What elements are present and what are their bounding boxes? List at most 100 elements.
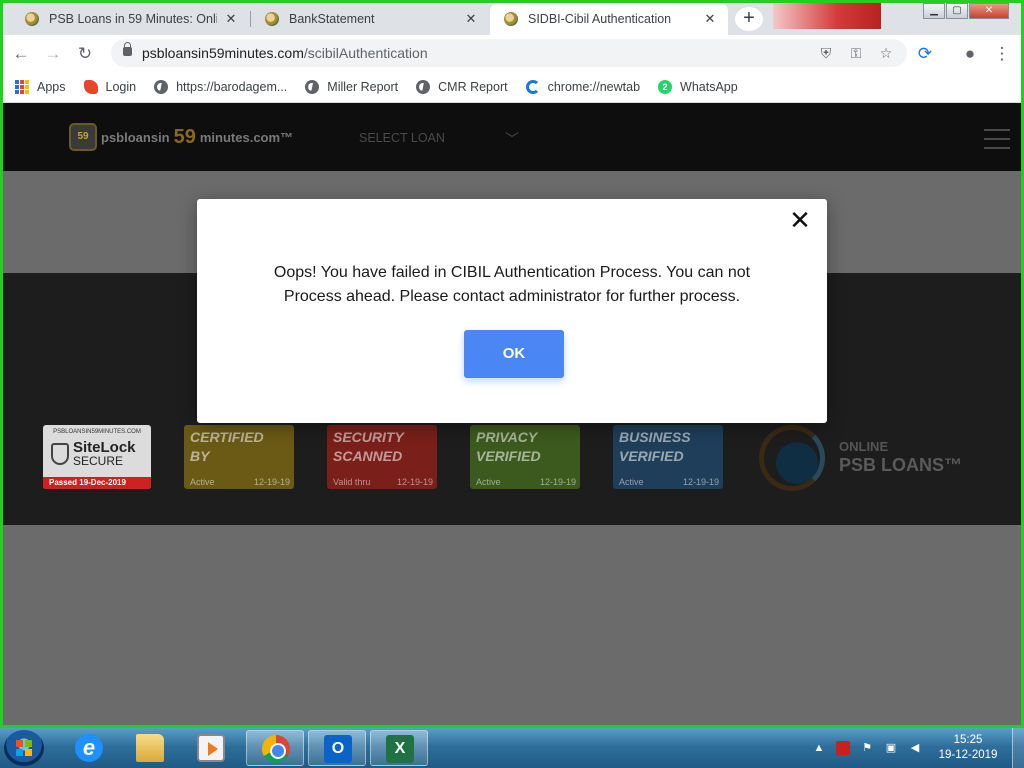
show-desktop-button[interactable] [1012, 728, 1024, 768]
online-psb-loans-logo[interactable]: ONLINE PSB LOANS™ [759, 425, 969, 491]
site-logo[interactable]: 59 psbloansin 59 minutes.com™ [69, 123, 293, 151]
ok-button[interactable]: OK [464, 330, 564, 378]
key-icon[interactable]: ⚿ [847, 44, 865, 62]
windows-taskbar: e O X ▲ ⚑ ▣ ◀ 15:25 19-12-2019 [0, 728, 1024, 768]
web-page: 59 psbloansin 59 minutes.com™ SELECT LOA… [3, 103, 1021, 725]
window-close-button[interactable]: ✕ [969, 3, 1009, 19]
tab-psb-loans[interactable]: PSB Loans in 59 Minutes: Online Loan ✕ [11, 3, 249, 35]
tab-title: BankStatement [289, 12, 375, 26]
bookmark-miller-report[interactable]: Miller Report [305, 79, 398, 94]
tab-close-icon[interactable]: ✕ [702, 11, 718, 27]
system-tray: ▲ ⚑ ▣ ◀ [812, 728, 932, 768]
seal-heading: CERTIFIED [190, 429, 264, 445]
psb-favicon-icon [25, 12, 39, 26]
trustguard-business-seal[interactable]: BUSINESS VERIFIED Active 12-19-19 [613, 425, 723, 489]
antivirus-icon[interactable] [836, 741, 850, 755]
shield-lock-icon [51, 443, 69, 465]
windows-logo-icon [16, 740, 32, 756]
bookmark-whatsapp[interactable]: 2 WhatsApp [658, 79, 738, 94]
seal-heading: PRIVACY [476, 429, 538, 445]
url-text[interactable]: psbloansin59minutes.com/scibilAuthentica… [142, 45, 428, 61]
bookmark-cmr-report[interactable]: CMR Report [416, 79, 508, 94]
bookmark-login[interactable]: Login [83, 79, 136, 94]
chevron-down-icon[interactable]: ﹀ [505, 129, 519, 149]
whatsapp-icon: 2 [658, 79, 673, 94]
psb-logo-line1: ONLINE [839, 439, 889, 454]
media-player-icon [197, 734, 225, 762]
apps-grid-icon [15, 79, 29, 94]
seal-status: Active [619, 477, 644, 487]
bookmark-newtab[interactable]: chrome://newtab [525, 79, 640, 94]
psb-favicon-icon [265, 12, 279, 26]
url-domain: psbloansin59minutes.com [142, 45, 304, 61]
trustguard-security-seal[interactable]: SECURITY SCANNED Valid thru 12-19-19 [327, 425, 437, 489]
seal-date: 12-19-19 [396, 477, 433, 487]
window-controls: ▁ ▢ ✕ [923, 3, 1010, 21]
hamburger-menu-icon[interactable] [984, 129, 1010, 156]
taskbar-file-explorer[interactable] [121, 730, 179, 766]
seal-footer: Active 12-19-19 [190, 477, 290, 487]
minimize-button[interactable]: ▁ [923, 3, 945, 19]
profile-avatar-icon[interactable]: ● [958, 42, 982, 66]
folder-icon [136, 734, 164, 762]
globe-icon [154, 79, 169, 94]
tab-title: PSB Loans in 59 Minutes: Online Loan [49, 12, 217, 26]
seal-status: Valid thru [333, 477, 371, 487]
bookmark-label: Apps [37, 79, 66, 94]
tab-close-icon[interactable]: ✕ [223, 11, 239, 27]
system-clock[interactable]: 15:25 19-12-2019 [930, 733, 1006, 763]
trustguard-privacy-seal[interactable]: PRIVACY VERIFIED Active 12-19-19 [470, 425, 580, 489]
logo-text-suffix: minutes.com™ [199, 129, 294, 145]
globe-icon [416, 79, 431, 94]
tab-bank-statement[interactable]: BankStatement ✕ [251, 3, 489, 35]
tab-strip: PSB Loans in 59 Minutes: Online Loan ✕ B… [3, 3, 1021, 35]
new-tab-button[interactable]: + [735, 7, 763, 31]
sync-extension-icon[interactable]: ⟳ [913, 42, 937, 66]
taskbar-media-player[interactable] [182, 730, 240, 766]
sitelock-seal[interactable]: PSBLOANSIN59MINUTES.COM SiteLock SECURE … [43, 425, 151, 489]
taskbar-internet-explorer[interactable]: e [60, 730, 118, 766]
bookmark-label: CMR Report [438, 79, 508, 94]
tab-title: SIDBI-Cibil Authentication [528, 12, 672, 26]
seal-footer: Active 12-19-19 [476, 477, 576, 487]
tab-sidbi-cibil[interactable]: SIDBI-Cibil Authentication ✕ [490, 3, 728, 35]
taskbar-excel[interactable]: X [370, 730, 428, 766]
modal-message: Oops! You have failed in CIBIL Authentic… [227, 261, 797, 309]
star-bookmark-icon[interactable]: ☆ [877, 44, 895, 62]
action-center-flag-icon[interactable]: ⚑ [860, 741, 874, 755]
menu-kebab-icon[interactable]: ⋮ [990, 42, 1014, 66]
site-header: 59 psbloansin 59 minutes.com™ SELECT LOA… [3, 103, 1021, 171]
seal-date: 12-19-19 [682, 477, 719, 487]
seal-footer: Active 12-19-19 [619, 477, 719, 487]
page-bottom-area [3, 525, 1021, 725]
tab-close-icon[interactable]: ✕ [463, 11, 479, 27]
taskbar-chrome[interactable] [246, 730, 304, 766]
bookmark-apps[interactable]: Apps [15, 79, 66, 94]
modal-close-icon[interactable]: ✕ [787, 207, 813, 233]
seal-subheading: VERIFIED [476, 448, 541, 464]
lock-icon[interactable] [123, 42, 132, 56]
seal-status: Active [476, 477, 501, 487]
taskbar-outlook[interactable]: O [308, 730, 366, 766]
bookmark-barodagem[interactable]: https://barodagem... [154, 79, 288, 94]
forward-arrow-icon[interactable]: → [41, 42, 65, 66]
reload-icon[interactable]: ↻ [73, 42, 97, 66]
bookmark-label: https://barodagem... [176, 79, 288, 94]
volume-icon[interactable]: ◀ [908, 741, 922, 755]
maximize-button[interactable]: ▢ [946, 3, 968, 19]
back-arrow-icon[interactable]: ← [9, 42, 33, 66]
seal-subheading: VERIFIED [619, 448, 684, 464]
start-button[interactable] [4, 730, 44, 766]
seal-footer: Valid thru 12-19-19 [333, 477, 433, 487]
trustguard-certified-seal[interactable]: CERTIFIED BY Active 12-19-19 [184, 425, 294, 489]
address-bar[interactable]: psbloansin59minutes.com/scibilAuthentica… [111, 39, 907, 67]
seal-heading: BUSINESS [619, 429, 691, 445]
network-icon[interactable]: ▣ [884, 741, 898, 755]
internet-explorer-icon: e [75, 734, 103, 762]
url-path: /scibilAuthentication [303, 45, 428, 61]
blocked-content-icon[interactable]: ⛨ [817, 44, 835, 62]
logo-badge: 59 [69, 123, 97, 151]
select-loan-dropdown[interactable]: SELECT LOAN [359, 131, 445, 145]
show-hidden-icons-icon[interactable]: ▲ [812, 741, 826, 755]
clock-date: 19-12-2019 [938, 749, 998, 761]
